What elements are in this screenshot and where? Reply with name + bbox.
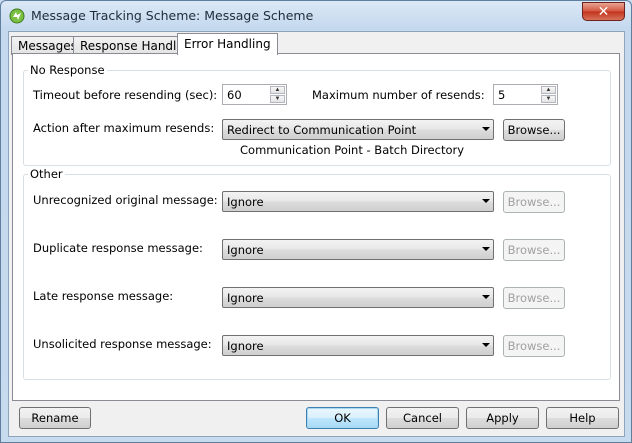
cancel-button[interactable]: Cancel: [386, 407, 459, 429]
action-browse-button[interactable]: Browse...: [503, 119, 565, 141]
spin-up-icon[interactable]: ▲: [270, 86, 285, 94]
unsolicited-browse-button[interactable]: Browse...: [503, 335, 565, 357]
communication-point-text: Communication Point - Batch Directory: [240, 143, 465, 157]
chevron-down-icon: [482, 247, 490, 251]
max-resends-spinner[interactable]: 5 ▲ ▼: [493, 84, 558, 105]
dialog-client-area: Messages Response Handling Error Handlin…: [8, 31, 625, 437]
max-resends-value: 5: [498, 88, 506, 102]
duplicate-label: Duplicate response message:: [33, 241, 203, 255]
action-value: Redirect to Communication Point: [227, 123, 417, 137]
rename-button[interactable]: Rename: [19, 407, 91, 429]
tab-page-error-handling: No Response Timeout before resending (se…: [12, 53, 620, 401]
close-icon: ✕: [597, 3, 610, 19]
chevron-down-icon: [482, 343, 490, 347]
timeout-label: Timeout before resending (sec):: [33, 88, 218, 102]
spin-up-icon[interactable]: ▲: [541, 86, 556, 94]
close-button[interactable]: ✕: [582, 2, 625, 21]
spin-down-icon[interactable]: ▼: [541, 95, 556, 103]
chevron-down-icon: [482, 199, 490, 203]
timeout-value: 60: [227, 88, 242, 102]
late-browse-button[interactable]: Browse...: [503, 287, 565, 309]
max-resends-label: Maximum number of resends:: [312, 88, 485, 102]
unrecognized-label: Unrecognized original message:: [33, 193, 218, 207]
action-dropdown[interactable]: Redirect to Communication Point: [222, 119, 494, 140]
unsolicited-dropdown[interactable]: Ignore: [222, 335, 494, 356]
apply-button[interactable]: Apply: [466, 407, 539, 429]
unsolicited-value: Ignore: [227, 339, 264, 353]
other-group-title: Other: [28, 167, 65, 181]
duplicate-value: Ignore: [227, 243, 264, 257]
timeout-spinner[interactable]: 60 ▲ ▼: [222, 84, 287, 105]
app-icon: [9, 8, 25, 24]
tab-error-handling[interactable]: Error Handling: [177, 33, 278, 55]
action-label: Action after maximum resends:: [33, 121, 215, 135]
late-dropdown[interactable]: Ignore: [222, 287, 494, 308]
ok-button[interactable]: OK: [306, 407, 379, 429]
unsolicited-label: Unsolicited response message:: [33, 337, 212, 351]
title-bar[interactable]: Message Tracking Scheme: Message Scheme …: [1, 1, 631, 30]
late-value: Ignore: [227, 291, 264, 305]
duplicate-dropdown[interactable]: Ignore: [222, 239, 494, 260]
unrecognized-browse-button[interactable]: Browse...: [503, 191, 565, 213]
dialog-window: Message Tracking Scheme: Message Scheme …: [0, 0, 632, 443]
duplicate-browse-button[interactable]: Browse...: [503, 239, 565, 261]
late-label: Late response message:: [33, 289, 174, 303]
unrecognized-dropdown[interactable]: Ignore: [222, 191, 494, 212]
window-title: Message Tracking Scheme: Message Scheme: [31, 8, 314, 23]
chevron-down-icon: [482, 295, 490, 299]
no-response-group-title: No Response: [28, 63, 107, 77]
unrecognized-value: Ignore: [227, 195, 264, 209]
help-button[interactable]: Help: [546, 407, 619, 429]
spin-down-icon[interactable]: ▼: [270, 95, 285, 103]
chevron-down-icon: [482, 127, 490, 131]
